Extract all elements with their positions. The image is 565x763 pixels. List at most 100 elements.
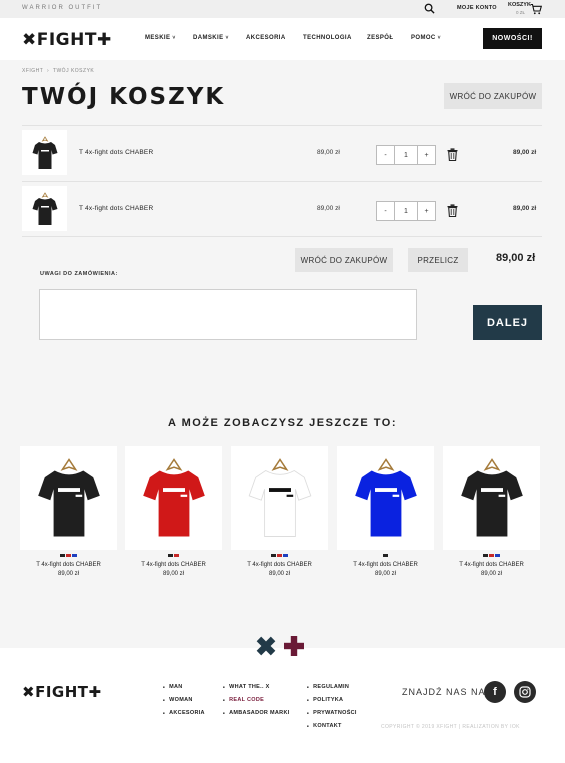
tshirt-image	[32, 135, 57, 169]
product-card[interactable]: T 4x-fight dots CHABER 89,00 zł	[337, 446, 434, 581]
nav-item-damskie[interactable]: DAMSKIE ˅	[193, 35, 229, 41]
color-swatch[interactable]	[489, 554, 494, 557]
find-us-label: ZNAJDŹ NAS NA:	[402, 687, 490, 697]
next-button[interactable]: DALEJ	[473, 305, 542, 340]
footer-link-what-the-x[interactable]: WHAT THE.. X	[223, 684, 290, 690]
recommendations-title: A MOŻE ZOBACZYSZ JESZCZE TO:	[167, 417, 397, 429]
nav-item-akcesoria[interactable]: AKCESORIA	[246, 35, 286, 41]
footer-link-kontakt[interactable]: KONTAKT	[307, 723, 357, 729]
brand-mark-icon	[256, 636, 304, 656]
cart-sum: 89,00 zł	[496, 252, 536, 264]
cart-link[interactable]: KOSZYK	[508, 2, 531, 8]
tshirt-image	[142, 458, 205, 537]
footer-link-ambasador[interactable]: AMBASADOR MARKI	[223, 710, 290, 716]
product-image[interactable]	[20, 446, 117, 550]
recalculate-button[interactable]: PRZELICZ	[408, 248, 468, 272]
tshirt-image	[37, 458, 100, 537]
order-notes-label: UWAGI DO ZAMÓWIENIA:	[40, 271, 118, 277]
quantity-increase-button[interactable]: +	[417, 145, 436, 165]
nav-item-technologia[interactable]: TECHNOLOGIA	[303, 35, 352, 41]
color-swatches	[231, 554, 328, 557]
product-thumbnail[interactable]	[22, 186, 67, 231]
instagram-glyph	[519, 686, 531, 698]
instagram-icon[interactable]	[514, 681, 536, 703]
product-price: 89,00 zł	[162, 571, 184, 577]
color-swatch[interactable]	[72, 554, 77, 557]
tshirt-image	[32, 191, 57, 225]
page-title: TWÓJ KOSZYK	[22, 84, 226, 110]
footer-link-real-code[interactable]: REAL CODE	[223, 697, 290, 703]
quantity-stepper: - 1 +	[376, 201, 436, 221]
product-card[interactable]: T 4x-fight dots CHABER 89,00 zł	[125, 446, 222, 581]
footer-logo[interactable]: ✖FIGHT✚	[22, 683, 102, 701]
footer-link-man[interactable]: MAN	[163, 684, 205, 690]
product-image[interactable]	[337, 446, 434, 550]
footer-col-brand: WHAT THE.. X REAL CODE AMBASADOR MARKI	[223, 684, 290, 723]
footer-link-polityka[interactable]: POLITYKA	[307, 697, 357, 703]
facebook-icon[interactable]: f	[484, 681, 506, 703]
footer-col-info: REGULAMIN POLITYKA PRYWATNOŚCI KONTAKT	[307, 684, 357, 736]
search-icon[interactable]	[424, 3, 435, 14]
color-swatch[interactable]	[283, 554, 288, 557]
product-name[interactable]: T 4x-fight dots CHABER	[125, 562, 222, 568]
product-image[interactable]	[125, 446, 222, 550]
tshirt-image	[460, 458, 523, 537]
nav-item-meskie[interactable]: MESKIE ˅	[145, 35, 176, 41]
product-image[interactable]	[231, 446, 328, 550]
color-swatch[interactable]	[174, 554, 179, 557]
back-to-shop-button-bottom[interactable]: WRÓĆ DO ZAKUPÓW	[295, 248, 393, 272]
color-swatch[interactable]	[66, 554, 71, 557]
trash-icon[interactable]	[447, 148, 458, 161]
color-swatch[interactable]	[495, 554, 500, 557]
product-thumbnail[interactable]	[22, 130, 67, 175]
color-swatch[interactable]	[277, 554, 282, 557]
brand-logo[interactable]: ✖FIGHT✚	[22, 30, 112, 50]
news-button[interactable]: NOWOŚCI!	[483, 28, 542, 49]
color-swatches	[337, 554, 434, 557]
product-name[interactable]: T 4x-fight dots CHABER	[79, 149, 153, 156]
breadcrumb-home[interactable]: XFIGHT	[22, 68, 43, 74]
back-to-shop-button[interactable]: WRÓĆ DO ZAKUPÓW	[444, 83, 542, 109]
color-swatch[interactable]	[383, 554, 388, 557]
product-card[interactable]: T 4x-fight dots CHABER 89,00 zł	[20, 446, 117, 581]
color-swatches	[443, 554, 540, 557]
product-name[interactable]: T 4x-fight dots CHABER	[443, 562, 540, 568]
breadcrumb: XFIGHT › TWÓJ KOSZYK	[22, 68, 94, 74]
trash-icon[interactable]	[447, 204, 458, 217]
product-image[interactable]	[443, 446, 540, 550]
footer-link-woman[interactable]: WOMAN	[163, 697, 205, 703]
product-price: 89,00 zł	[268, 571, 290, 577]
cart-item-row: T 4x-fight dots CHABER 89,00 zł - 1 + 89…	[22, 126, 542, 181]
product-card[interactable]: T 4x-fight dots CHABER 89,00 zł	[231, 446, 328, 581]
cart-icon[interactable]	[530, 3, 542, 15]
product-name[interactable]: T 4x-fight dots CHABER	[79, 205, 153, 212]
nav-item-pomoc[interactable]: POMOC ˅	[411, 35, 441, 41]
product-name[interactable]: T 4x-fight dots CHABER	[20, 562, 117, 568]
color-swatch[interactable]	[271, 554, 276, 557]
breadcrumb-current: TWÓJ KOSZYK	[52, 68, 95, 74]
color-swatch[interactable]	[483, 554, 488, 557]
copyright: COPYRIGHT © 2019 XFIGHT | REALIZATION BY…	[381, 724, 520, 730]
product-card[interactable]: T 4x-fight dots CHABER 89,00 zł	[443, 446, 540, 581]
footer-link-akcesoria[interactable]: AKCESORIA	[163, 710, 205, 716]
quantity-input[interactable]: 1	[395, 145, 417, 165]
quantity-increase-button[interactable]: +	[417, 201, 436, 221]
breadcrumb-separator: ›	[47, 68, 50, 74]
tshirt-image	[354, 458, 417, 537]
product-name[interactable]: T 4x-fight dots CHABER	[337, 562, 434, 568]
quantity-decrease-button[interactable]: -	[376, 201, 395, 221]
tagline: WARRIOR OUTFIT	[22, 5, 103, 11]
quantity-decrease-button[interactable]: -	[376, 145, 395, 165]
divider	[22, 236, 542, 237]
chevron-down-icon: ˅	[225, 35, 229, 41]
order-notes-textarea[interactable]	[39, 289, 417, 340]
footer-link-regulamin[interactable]: REGULAMIN	[307, 684, 357, 690]
color-swatch[interactable]	[168, 554, 173, 557]
product-name[interactable]: T 4x-fight dots CHABER	[231, 562, 328, 568]
color-swatch[interactable]	[60, 554, 65, 557]
cart-amount: 0 ZŁ	[516, 10, 526, 15]
nav-item-zespol[interactable]: ZESPÓŁ	[367, 35, 393, 41]
quantity-input[interactable]: 1	[395, 201, 417, 221]
footer-link-prywatnosci[interactable]: PRYWATNOŚCI	[307, 710, 357, 716]
account-link[interactable]: MOJE KONTO	[457, 5, 497, 11]
